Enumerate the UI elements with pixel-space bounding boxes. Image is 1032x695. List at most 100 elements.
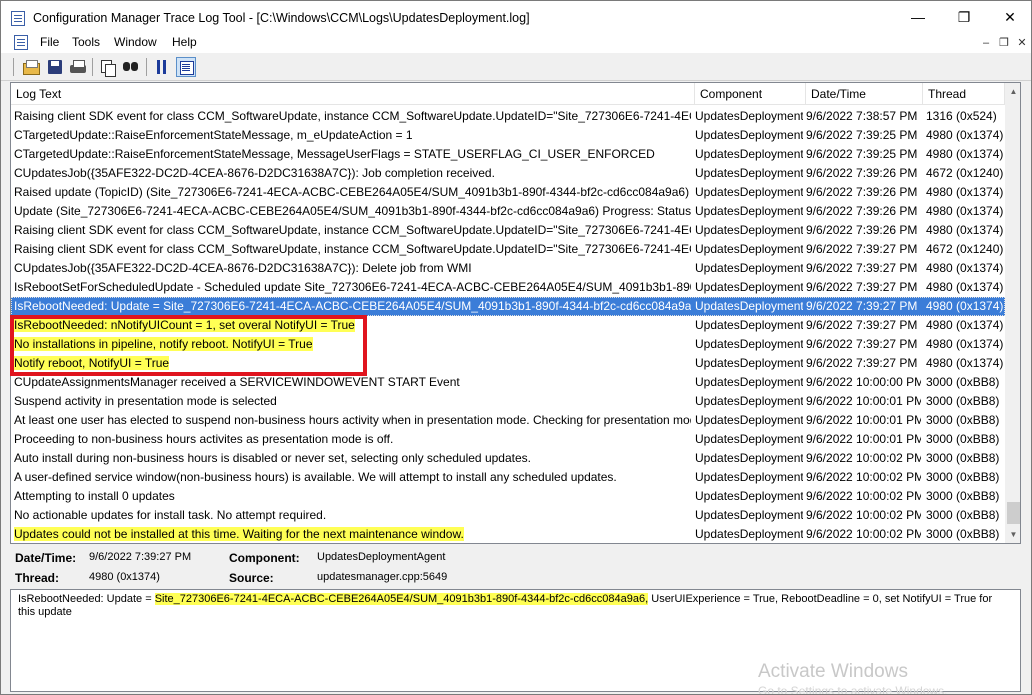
view-icon[interactable] [176,57,196,77]
table-row[interactable]: CUpdateAssignmentsManager received a SER… [11,373,1005,392]
thread-cell-value: 4980 (0x1374) [926,318,1004,332]
table-row[interactable]: Notify reboot, NotifyUI = True UpdatesDep… [11,354,1005,373]
date-time-cell-value: 9/6/2022 7:39:27 PM [806,356,918,370]
table-row[interactable]: Auto install during non-business hours i… [11,449,1005,468]
column-header-component[interactable]: Component [695,83,806,105]
thread-cell-value: 4980 (0x1374) [926,204,1004,218]
log-list[interactable]: Log Text Component Date/Time Thread Rais… [10,82,1021,544]
table-row[interactable]: CTargetedUpdate::RaiseEnforcementStateMe… [11,126,1005,145]
child-restore-button[interactable]: ❐ [996,35,1012,51]
scroll-down-icon[interactable]: ▼ [1005,526,1020,543]
thread-label: Thread: [15,571,60,585]
title-bar[interactable]: Configuration Manager Trace Log Tool - [… [1,1,1031,33]
log-text-cell-value: At least one user has elected to suspend… [14,413,691,427]
table-row[interactable]: CUpdatesJob({35AFE322-DC2D-4CEA-8676-D2D… [11,164,1005,183]
column-header-date-time[interactable]: Date/Time [806,83,923,105]
scrollbar-thumb[interactable] [1007,502,1020,524]
table-row[interactable]: A user-defined service window(non-busine… [11,468,1005,487]
minimize-button[interactable]: — [895,1,941,33]
copy-icon[interactable] [98,57,118,77]
maximize-button[interactable]: ❐ [941,1,987,33]
column-header-log-text[interactable]: Log Text [11,83,695,105]
scroll-up-icon[interactable]: ▲ [1005,83,1020,100]
date-time-cell: 9/6/2022 10:00:01 PM [806,430,921,449]
table-row[interactable]: No actionable updates for install task. … [11,506,1005,525]
log-text-cell: Raising client SDK event for class CCM_S… [14,107,691,126]
date-time-cell: 9/6/2022 7:38:57 PM [806,107,921,126]
vertical-scrollbar[interactable]: ▲ ▼ [1005,83,1020,543]
child-close-button[interactable]: ✕ [1014,35,1030,51]
log-text-cell: Raising client SDK event for class CCM_S… [14,240,691,259]
log-text-cell-value: IsRebootNeeded: Update = Site_727306E6-7… [14,299,691,313]
table-row[interactable]: Updates could not be installed at this t… [11,525,1005,543]
open-icon[interactable] [21,57,41,77]
log-text-cell: Raising client SDK event for class CCM_S… [14,221,691,240]
table-row[interactable]: At least one user has elected to suspend… [11,411,1005,430]
log-text-cell: IsRebootSetForScheduledUpdate - Schedule… [14,278,691,297]
thread-cell: 3000 (0xBB8) [926,525,1004,543]
date-time-cell: 9/6/2022 7:39:27 PM [806,354,921,373]
thread-cell-value: 3000 (0xBB8) [926,394,1000,408]
table-row[interactable]: CTargetedUpdate::RaiseEnforcementStateMe… [11,145,1005,164]
log-text-cell-value: CUpdateAssignmentsManager received a SER… [14,375,460,389]
table-row[interactable]: CUpdatesJob({35AFE322-DC2D-4CEA-8676-D2D… [11,259,1005,278]
date-time-cell: 9/6/2022 10:00:02 PM [806,506,921,525]
date-time-cell-value: 9/6/2022 7:39:25 PM [806,128,918,142]
log-text-cell: At least one user has elected to suspend… [14,411,691,430]
column-header-thread[interactable]: Thread [923,83,1005,105]
table-row[interactable]: IsRebootNeeded: nNotifyUICount = 1, set … [11,316,1005,335]
activate-windows-watermark: Activate Windows [758,661,908,682]
log-text-cell-value: No installations in pipeline, notify reb… [14,337,313,351]
table-row[interactable]: Update (Site_727306E6-7241-4ECA-ACBC-CEB… [11,202,1005,221]
thread-cell-value: 4980 (0x1374) [926,128,1004,142]
table-row[interactable]: Raised update (TopicID) (Site_727306E6-7… [11,183,1005,202]
save-icon[interactable] [45,57,65,77]
table-row[interactable]: Proceeding to non-business hours activit… [11,430,1005,449]
thread-cell: 4980 (0x1374) [926,259,1004,278]
thread-cell-value: 4980 (0x1374) [926,299,1004,313]
date-time-cell: 9/6/2022 7:39:27 PM [806,259,921,278]
table-row[interactable]: Raising client SDK event for class CCM_S… [11,221,1005,240]
menu-window[interactable]: Window [114,35,157,49]
table-row[interactable]: IsRebootSetForScheduledUpdate - Schedule… [11,278,1005,297]
child-minimize-button[interactable]: – [978,35,994,51]
component-cell-value: UpdatesDeploymentAgent [695,527,803,541]
component-cell: UpdatesDeploymentAgent [695,221,803,240]
component-cell: UpdatesDeploymentAgent [695,430,803,449]
table-row[interactable]: Raising client SDK event for class CCM_S… [11,240,1005,259]
thread-cell-value: 3000 (0xBB8) [926,375,1000,389]
table-row[interactable]: Raising client SDK event for class CCM_S… [11,107,1005,126]
date-time-cell: 9/6/2022 10:00:02 PM [806,525,921,543]
table-row[interactable]: Suspend activity in presentation mode is… [11,392,1005,411]
close-button[interactable]: ✕ [987,1,1032,33]
find-icon[interactable] [121,57,141,77]
table-row[interactable]: IsRebootNeeded: Update = Site_727306E6-7… [11,297,1005,316]
log-text-cell-value: Proceeding to non-business hours activit… [14,432,394,446]
pause-icon[interactable] [152,57,172,77]
thread-cell: 4980 (0x1374) [926,278,1004,297]
component-cell: UpdatesDeploymentAgent [695,449,803,468]
component-cell-value: UpdatesDeploymentAgent [695,356,803,370]
table-row[interactable]: Attempting to install 0 updates UpdatesDe… [11,487,1005,506]
menu-file[interactable]: File [40,35,59,49]
component-cell: UpdatesDeploymentAgent [695,506,803,525]
component-cell: UpdatesDeploymentAgent [695,392,803,411]
log-text-cell: Auto install during non-business hours i… [14,449,691,468]
log-text-cell: A user-defined service window(non-busine… [14,468,691,487]
menu-tools[interactable]: Tools [72,35,100,49]
print-icon[interactable] [68,57,88,77]
table-row[interactable]: No installations in pipeline, notify reb… [11,335,1005,354]
thread-cell: 1316 (0x524) [926,107,1004,126]
document-icon[interactable] [14,35,28,50]
menu-help[interactable]: Help [172,35,197,49]
log-text-cell-value: Update (Site_727306E6-7241-4ECA-ACBC-CEB… [14,204,691,218]
thread-cell: 3000 (0xBB8) [926,392,1004,411]
date-time-cell-value: 9/6/2022 10:00:02 PM [806,489,921,503]
thread-cell-value: 3000 (0xBB8) [926,451,1000,465]
date-time-cell: 9/6/2022 7:39:25 PM [806,145,921,164]
message-text: IsRebootNeeded: Update = Site_727306E6-7… [18,593,1008,619]
component-cell: UpdatesDeploymentAgent [695,487,803,506]
component-cell: UpdatesDeploymentAgent [695,107,803,126]
thread-cell: 3000 (0xBB8) [926,468,1004,487]
toolbar-separator [146,58,147,76]
